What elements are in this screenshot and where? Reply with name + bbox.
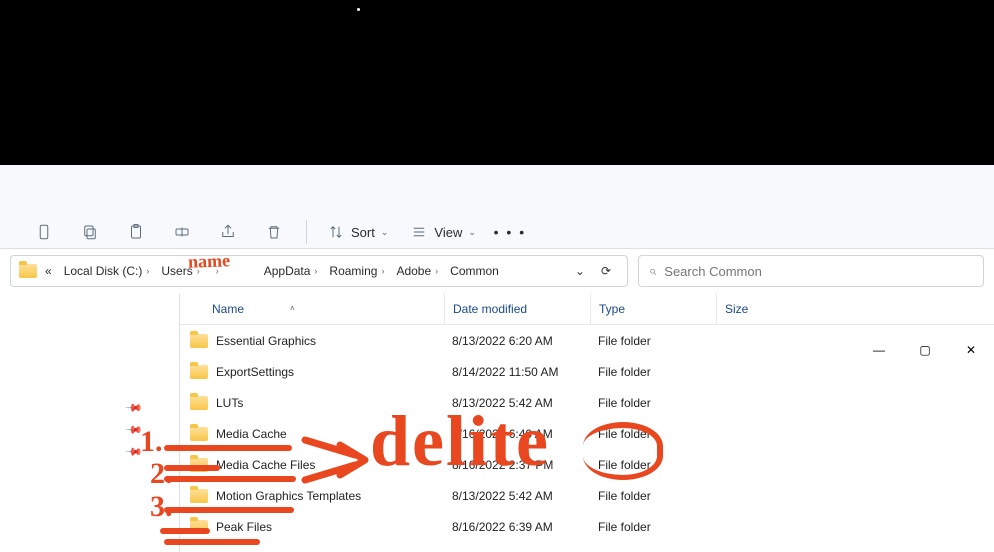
- column-date[interactable]: Date modified: [444, 293, 590, 324]
- file-type: File folder: [590, 396, 716, 410]
- video-black-bar: [0, 0, 994, 165]
- sort-asc-icon: ˄: [290, 304, 295, 313]
- chevron-down-icon: ⌄: [468, 227, 476, 238]
- column-type[interactable]: Type: [590, 293, 716, 324]
- file-name: Media Cache: [216, 427, 287, 441]
- column-headers: Name˄ Date modified Type Size: [180, 293, 994, 325]
- file-date: 8/13/2022 6:20 AM: [444, 334, 590, 348]
- explorer-titlebar-toolbar: — ▢ ✕ Sort ⌄ View ⌄: [0, 165, 994, 249]
- folder-icon: [190, 334, 208, 348]
- navigation-pane[interactable]: 📌 📌 📌: [0, 293, 180, 552]
- address-bar[interactable]: « Local Disk (C:)› Users› › AppData› Roa…: [10, 255, 628, 287]
- file-date: 8/16/2022 6:40 AM: [444, 427, 590, 441]
- cursor-dot: [357, 8, 360, 11]
- breadcrumb-username[interactable]: ›: [208, 264, 256, 278]
- toolbar-divider: [306, 220, 307, 244]
- file-date: 8/16/2022 2:37 PM: [444, 458, 590, 472]
- chevron-down-icon: ⌄: [381, 227, 389, 238]
- file-date: 8/16/2022 6:39 AM: [444, 520, 590, 534]
- content-area: 📌 📌 📌 Name˄ Date modified Type Size Esse…: [0, 293, 994, 552]
- breadcrumb-roaming[interactable]: Roaming›: [325, 262, 388, 280]
- more-button[interactable]: • • •: [490, 213, 530, 251]
- file-type: File folder: [590, 458, 716, 472]
- search-box[interactable]: ⌕: [638, 255, 984, 287]
- file-rows: Essential Graphics8/13/2022 6:20 AMFile …: [180, 325, 994, 542]
- file-name: Motion Graphics Templates: [216, 489, 361, 503]
- file-name: Peak Files: [216, 520, 272, 534]
- view-label: View: [434, 225, 462, 240]
- table-row[interactable]: Media Cache 8/16/2022 6:40 AMFile folder: [180, 418, 994, 449]
- delete-button[interactable]: [254, 213, 294, 251]
- history-dropdown-icon[interactable]: ⌄: [575, 264, 585, 278]
- breadcrumb-c[interactable]: Local Disk (C:)›: [60, 262, 154, 280]
- share-icon: [219, 223, 237, 241]
- column-name[interactable]: Name˄: [180, 293, 444, 324]
- folder-icon: [190, 520, 208, 534]
- folder-icon: [190, 396, 208, 410]
- refresh-button[interactable]: ⟳: [601, 264, 611, 278]
- view-button[interactable]: View ⌄: [402, 213, 484, 251]
- file-name: Media Cache Files: [216, 458, 315, 472]
- pin-icon: 📌: [18, 315, 160, 457]
- breadcrumb-appdata[interactable]: AppData›: [260, 262, 322, 280]
- chevron-right-icon: ›: [381, 266, 384, 276]
- file-name: ExportSettings: [216, 365, 294, 379]
- breadcrumb-common[interactable]: Common: [446, 262, 503, 280]
- table-row[interactable]: Media Cache Files 8/16/2022 2:37 PMFile f…: [180, 449, 994, 480]
- trash-icon: [265, 223, 283, 241]
- command-bar: Sort ⌄ View ⌄ • • •: [24, 213, 530, 251]
- breadcrumb-overflow[interactable]: «: [41, 262, 56, 280]
- breadcrumb-users[interactable]: Users›: [157, 262, 203, 280]
- column-size[interactable]: Size: [716, 293, 816, 324]
- file-date: 8/13/2022 5:42 AM: [444, 489, 590, 503]
- folder-icon: [19, 264, 37, 278]
- chevron-right-icon: ›: [435, 266, 438, 276]
- file-date: 8/13/2022 5:42 AM: [444, 396, 590, 410]
- table-row[interactable]: Motion Graphics Templates 8/13/2022 5:42 …: [180, 480, 994, 511]
- cut-button[interactable]: [24, 213, 64, 251]
- table-row[interactable]: LUTs 8/13/2022 5:42 AMFile folder: [180, 387, 994, 418]
- folder-icon: [190, 365, 208, 379]
- chevron-right-icon: ›: [146, 266, 149, 276]
- file-type: File folder: [590, 520, 716, 534]
- sort-label: Sort: [351, 225, 375, 240]
- copy-icon: [81, 223, 99, 241]
- file-date: 8/14/2022 11:50 AM: [444, 365, 590, 379]
- chevron-right-icon: ›: [314, 266, 317, 276]
- search-icon: ⌕: [649, 263, 656, 279]
- folder-icon: [190, 458, 208, 472]
- sort-button[interactable]: Sort ⌄: [319, 213, 396, 251]
- file-name: Essential Graphics: [216, 334, 316, 348]
- address-actions: ⌄ ⟳: [575, 264, 619, 278]
- file-type: File folder: [590, 365, 716, 379]
- file-list-pane: Name˄ Date modified Type Size Essential …: [180, 293, 994, 552]
- paste-icon: [127, 223, 145, 241]
- file-type: File folder: [590, 427, 716, 441]
- chevron-right-icon: ›: [197, 266, 200, 276]
- view-icon: [410, 223, 428, 241]
- table-row[interactable]: Essential Graphics 8/13/2022 6:20 AMFile …: [180, 325, 994, 356]
- table-row[interactable]: ExportSettings 8/14/2022 11:50 AMFile fol…: [180, 356, 994, 387]
- folder-icon: [190, 427, 208, 441]
- search-input[interactable]: [664, 264, 973, 279]
- file-type: File folder: [590, 334, 716, 348]
- file-name: LUTs: [216, 396, 243, 410]
- file-type: File folder: [590, 489, 716, 503]
- address-search-row: « Local Disk (C:)› Users› › AppData› Roa…: [0, 249, 994, 293]
- phone-icon: [35, 223, 53, 241]
- breadcrumb-adobe[interactable]: Adobe›: [392, 262, 442, 280]
- copy-button[interactable]: [70, 213, 110, 251]
- rename-icon: [173, 223, 191, 241]
- share-button[interactable]: [208, 213, 248, 251]
- folder-icon: [190, 489, 208, 503]
- chevron-right-icon: ›: [216, 266, 219, 276]
- sort-icon: [327, 223, 345, 241]
- paste-button[interactable]: [116, 213, 156, 251]
- table-row[interactable]: Peak Files 8/16/2022 6:39 AMFile folder: [180, 511, 994, 542]
- rename-button[interactable]: [162, 213, 202, 251]
